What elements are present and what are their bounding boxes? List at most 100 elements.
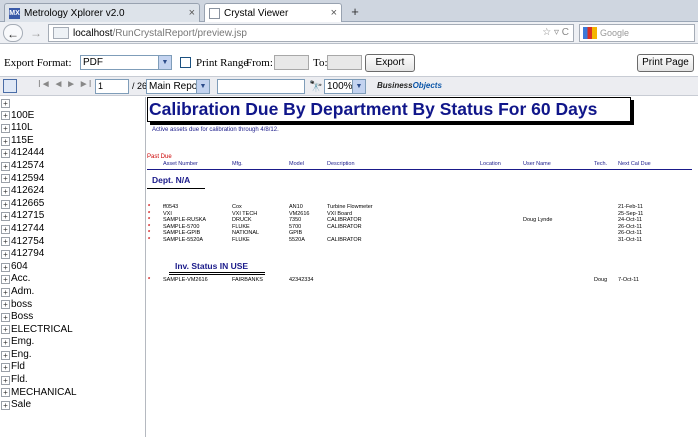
tree-item[interactable]: +412715 <box>0 210 145 223</box>
expand-icon[interactable]: + <box>1 375 10 385</box>
table-row[interactable]: * SAMPLE-VM2616 FAIRBANKS 42342334 Doug 7-Oct… <box>147 277 692 284</box>
expand-icon[interactable]: + <box>1 312 10 322</box>
export-format-select[interactable]: PDF ▼ <box>80 55 172 70</box>
forward-button[interactable]: → <box>26 24 46 42</box>
expand-icon[interactable]: + <box>1 149 10 159</box>
google-search-engine-icon[interactable] <box>583 27 597 39</box>
back-button[interactable]: ← <box>3 24 23 42</box>
tree-item[interactable]: +604 <box>0 261 145 274</box>
table-cell: VXI <box>163 210 172 217</box>
tree-item[interactable]: +115E <box>0 135 145 148</box>
expand-icon[interactable]: + <box>1 350 10 360</box>
from-page-input[interactable] <box>274 55 309 70</box>
expand-icon[interactable]: + <box>1 249 10 259</box>
table-cell: 5520A <box>289 236 305 243</box>
tree-item[interactable]: + Emg. <box>0 336 145 349</box>
tab-metrology-xplorer[interactable]: MX Metrology Xplorer v2.0 × <box>4 3 200 22</box>
table-cell: 31-Oct-11 <box>618 236 643 243</box>
url-bar[interactable]: localhost /RunCrystalReport/preview.jsp … <box>48 24 574 42</box>
close-tab-icon[interactable]: × <box>185 7 195 19</box>
tree-item[interactable]: +412574 <box>0 160 145 173</box>
tree-item[interactable]: + Boss <box>0 311 145 324</box>
expand-icon[interactable]: + <box>1 199 10 209</box>
expand-icon[interactable]: + <box>1 186 10 196</box>
table-cell: SAMPLE-5700 <box>163 223 200 230</box>
tree-item[interactable]: + Sale <box>0 399 145 412</box>
tree-item[interactable]: + Fld. <box>0 374 145 387</box>
page-number-input[interactable]: 1 <box>95 79 129 94</box>
expand-icon[interactable]: + <box>1 111 10 121</box>
expand-icon[interactable]: + <box>1 300 10 310</box>
tree-item[interactable]: +412754 <box>0 236 145 249</box>
expand-icon[interactable]: + <box>1 388 10 398</box>
close-tab-icon[interactable]: × <box>327 7 337 19</box>
group-underline <box>169 274 265 275</box>
search-text-input[interactable] <box>217 79 305 94</box>
expand-icon[interactable]: + <box>1 237 10 247</box>
print-page-button[interactable]: Print Page <box>637 54 694 72</box>
toggle-group-tree-icon[interactable] <box>3 79 17 93</box>
expand-icon[interactable]: + <box>1 98 10 108</box>
export-format-label: Export Format: <box>4 57 72 69</box>
tree-item[interactable]: +412444 <box>0 147 145 160</box>
tree-item-label: 110L <box>11 122 33 134</box>
expand-icon[interactable]: + <box>1 262 10 272</box>
expand-icon[interactable]: + <box>1 325 10 335</box>
expand-icon[interactable]: + <box>1 275 10 285</box>
tree-item[interactable]: +412794 <box>0 248 145 261</box>
expand-icon[interactable]: + <box>1 212 10 222</box>
tree-item-label: 412624 <box>11 185 45 197</box>
site-identity-icon[interactable] <box>53 27 69 39</box>
new-tab-button[interactable]: + <box>346 4 364 20</box>
table-cell: 26-Oct-11 <box>618 223 643 230</box>
expand-icon[interactable]: + <box>1 123 10 133</box>
dept-group-header: Dept. N/A <box>152 175 191 185</box>
tab-crystal-viewer[interactable]: Crystal Viewer × <box>204 3 342 22</box>
tree-item[interactable]: + Eng. <box>0 349 145 362</box>
bookmark-reload-icons[interactable]: ☆ ▿ C <box>542 27 569 38</box>
report-title: Calibration Due By Department By Status … <box>147 97 631 122</box>
expand-icon[interactable]: + <box>1 338 10 348</box>
table-cell: SAMPLE-GPIB <box>163 230 201 236</box>
table-cell: SAMPLE-5520A <box>163 236 204 243</box>
expand-icon[interactable]: + <box>1 401 10 411</box>
binoculars-search-icon[interactable]: 🔭 <box>309 80 323 93</box>
tree-item[interactable]: + boss <box>0 299 145 312</box>
chevron-down-icon: ▼ <box>352 80 365 93</box>
tree-item[interactable]: + MECHANICAL <box>0 387 145 400</box>
tree-item-label: Sale <box>11 399 32 411</box>
expand-icon[interactable]: + <box>1 174 10 184</box>
expand-icon[interactable]: + <box>1 136 10 146</box>
tree-item[interactable]: +412624 <box>0 185 145 198</box>
page-navigation-icons[interactable]: I◄ ◄ ► ►I <box>38 79 91 90</box>
tree-item-label: 412715 <box>11 210 45 222</box>
tree-item[interactable]: + <box>0 97 145 110</box>
table-cell: 7350 <box>289 217 302 223</box>
expand-icon[interactable]: + <box>1 363 10 373</box>
tree-item[interactable]: + ELECTRICAL <box>0 324 145 337</box>
table-cell: 5700 <box>289 223 302 230</box>
tree-item[interactable]: +100E <box>0 110 145 123</box>
tree-item-label: MECHANICAL <box>11 386 77 398</box>
report-select[interactable]: Main Report ▼ <box>146 79 210 94</box>
tree-item-label: 412754 <box>11 235 45 247</box>
tree-item[interactable]: +110L <box>0 122 145 135</box>
to-page-input[interactable] <box>327 55 362 70</box>
tree-item[interactable]: + Adm. <box>0 286 145 299</box>
table-cell: SAMPLE-RUSKA <box>163 217 207 223</box>
tree-item[interactable]: + Fld <box>0 361 145 374</box>
tree-item[interactable]: +412665 <box>0 198 145 211</box>
expand-icon[interactable]: + <box>1 161 10 171</box>
tree-item-label: 100E <box>11 109 35 121</box>
tree-item-label: 115E <box>11 134 34 146</box>
tree-item[interactable]: +412744 <box>0 223 145 236</box>
export-button[interactable]: Export <box>365 54 415 72</box>
tree-item[interactable]: +412594 <box>0 173 145 186</box>
zoom-select[interactable]: 100% ▼ <box>324 79 366 94</box>
tree-item[interactable]: + Acc. <box>0 273 145 286</box>
table-row[interactable]: * SAMPLE-5520A FLUKE 5520A CALIBRATOR 31-Oct-… <box>147 237 692 244</box>
expand-icon[interactable]: + <box>1 224 10 234</box>
expand-icon[interactable]: + <box>1 287 10 297</box>
search-bar[interactable]: Google <box>579 24 695 42</box>
print-range-checkbox[interactable] <box>180 57 191 68</box>
